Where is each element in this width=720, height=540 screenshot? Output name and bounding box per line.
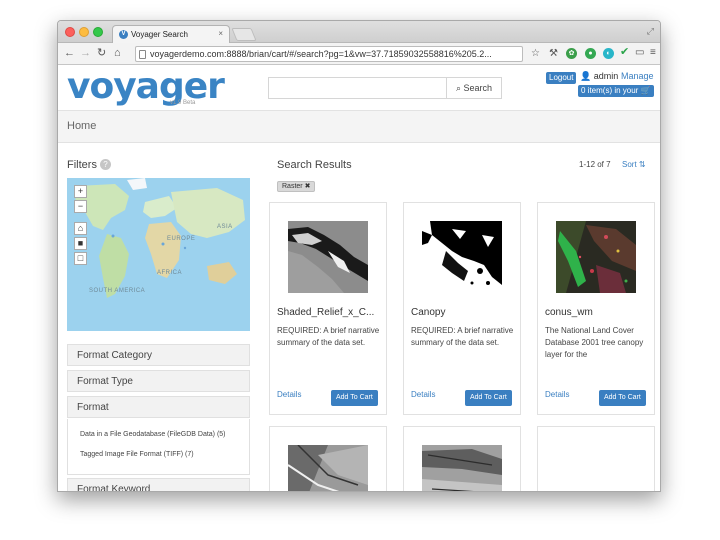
filter-format-type[interactable]: Format Type xyxy=(67,370,250,392)
search-button-label: Search xyxy=(463,83,493,93)
cart-button[interactable]: 0 item(s) in your 🛒 xyxy=(578,85,654,97)
fullscreen-icon[interactable]: ⤢ xyxy=(647,26,654,37)
result-card[interactable]: Shaded_Relief_x_C... REQUIRED: A brief n… xyxy=(269,202,387,415)
tab-title: Voyager Search xyxy=(131,30,188,39)
card-thumbnail[interactable] xyxy=(422,445,502,492)
user-menu[interactable]: 👤 admin xyxy=(580,71,618,82)
results-title: Search Results xyxy=(277,159,352,171)
browser-tab[interactable]: V Voyager Search × xyxy=(112,25,230,43)
extension-icon[interactable]: ✿ xyxy=(566,48,577,59)
results-count: 1-12 of 7 xyxy=(579,160,611,169)
filter-tag[interactable]: Raster ✖ xyxy=(277,181,316,192)
zoom-out-button[interactable]: − xyxy=(74,200,87,213)
card-description: The National Land Cover Database 2001 tr… xyxy=(545,326,644,359)
cart-label: 0 item(s) in your xyxy=(581,86,639,95)
remove-tag-icon[interactable]: ✖ xyxy=(305,183,311,190)
card-description: REQUIRED: A brief narrative summary of t… xyxy=(277,326,380,347)
voyager-favicon-icon: V xyxy=(119,30,128,39)
map-label-europe: EUROPE xyxy=(167,236,196,242)
minimize-window-button[interactable] xyxy=(79,27,89,37)
page-icon xyxy=(139,50,146,59)
logout-button[interactable]: Logout xyxy=(546,72,577,84)
map-label-south-america: SOUTH AMERICA xyxy=(89,288,146,294)
details-link[interactable]: Details xyxy=(411,390,435,399)
result-card[interactable] xyxy=(403,426,521,492)
sort-button[interactable]: Sort ⇅ xyxy=(622,160,646,169)
result-card-empty xyxy=(537,426,655,491)
voyager-logo[interactable]: voyager xyxy=(67,66,225,107)
sort-icon: ⇅ xyxy=(638,160,646,169)
result-card[interactable]: Canopy REQUIRED: A brief narrative summa… xyxy=(403,202,521,415)
card-title[interactable]: Shaded_Relief_x_C... xyxy=(277,307,381,318)
draw-box-icon[interactable]: ■ xyxy=(74,237,87,250)
user-name: admin xyxy=(593,71,619,81)
url-text: voyagerdemo.com:8888/brian/cart/#/search… xyxy=(150,49,492,59)
filter-tag-label: Raster xyxy=(282,183,303,190)
bookmark-star-icon[interactable]: ☆ xyxy=(531,47,540,60)
details-link[interactable]: Details xyxy=(277,390,301,399)
world-map-graphic xyxy=(75,178,245,298)
card-description: REQUIRED: A brief narrative summary of t… xyxy=(411,326,514,347)
close-tab-icon[interactable]: × xyxy=(218,29,223,38)
format-item-filegdb[interactable]: Data in a File Geodatabase (FileGDB Data… xyxy=(80,431,226,438)
cart-icon: 🛒 xyxy=(640,86,651,95)
cast-icon[interactable]: ▭ xyxy=(635,46,644,59)
result-card[interactable]: conus_wm The National Land Cover Databas… xyxy=(537,202,655,415)
select-box-icon[interactable]: □ xyxy=(74,252,87,265)
add-to-cart-button[interactable]: Add To Cart xyxy=(465,390,512,406)
card-thumbnail[interactable] xyxy=(288,221,368,293)
add-to-cart-button[interactable]: Add To Cart xyxy=(331,390,378,406)
logo-version: v1.9 Beta xyxy=(170,100,196,106)
new-tab-button[interactable] xyxy=(231,28,257,41)
help-icon[interactable]: ? xyxy=(99,159,111,170)
back-icon[interactable]: ← xyxy=(64,47,75,60)
filter-map[interactable]: + − ⌂ ■ □ EUROPE AFRICA SOUTH AMERICA AS… xyxy=(67,178,250,331)
card-thumbnail[interactable] xyxy=(422,221,502,293)
map-label-africa: AFRICA xyxy=(157,270,183,276)
user-icon: 👤 xyxy=(580,71,592,81)
format-filter-list: Data in a File Geodatabase (FileGDB Data… xyxy=(67,419,250,475)
card-title[interactable]: conus_wm xyxy=(545,307,649,318)
card-thumbnail[interactable] xyxy=(556,221,636,293)
breadcrumb-bar: Home xyxy=(58,110,660,143)
filters-title: Filters? xyxy=(67,159,111,171)
format-item-tiff[interactable]: Tagged Image File Format (TIFF) (7) xyxy=(80,451,194,458)
result-card[interactable] xyxy=(269,426,387,492)
android-extension-icon[interactable]: ● xyxy=(585,48,596,59)
tab-bar: V Voyager Search × ⤢ xyxy=(58,21,660,43)
home-icon[interactable]: ⌂ xyxy=(114,47,121,60)
reload-icon[interactable]: ↻ xyxy=(97,47,106,60)
filter-format[interactable]: Format xyxy=(67,396,250,418)
forward-icon[interactable]: → xyxy=(80,47,91,60)
sort-label: Sort xyxy=(622,160,637,169)
add-to-cart-button[interactable]: Add To Cart xyxy=(599,390,646,406)
breadcrumb[interactable]: Home xyxy=(67,120,96,132)
chat-extension-icon[interactable]: ◐ xyxy=(603,48,614,59)
filters-title-text: Filters xyxy=(67,159,97,171)
details-link[interactable]: Details xyxy=(545,390,569,399)
card-title[interactable]: Canopy xyxy=(411,307,515,318)
search-button[interactable]: ⌕ Search xyxy=(446,77,502,99)
wrench-icon[interactable]: ⚒ xyxy=(549,47,558,60)
close-window-button[interactable] xyxy=(65,27,75,37)
search-icon: ⌕ xyxy=(455,83,461,93)
browser-window: V Voyager Search × ⤢ ← → ↻ ⌂ voyagerdemo… xyxy=(57,20,661,492)
checkmark-icon[interactable]: ✔ xyxy=(620,46,629,59)
map-home-icon[interactable]: ⌂ xyxy=(74,222,87,235)
map-label-asia: ASIA xyxy=(217,224,233,230)
filter-format-category[interactable]: Format Category xyxy=(67,344,250,366)
web-page: voyager v1.9 Beta ⌕ Search Logout 👤 admi… xyxy=(58,66,660,492)
zoom-in-button[interactable]: + xyxy=(74,185,87,198)
card-thumbnail[interactable] xyxy=(288,445,368,492)
search-input[interactable] xyxy=(268,77,446,99)
menu-icon[interactable]: ≡ xyxy=(650,46,656,59)
browser-toolbar: ← → ↻ ⌂ voyagerdemo.com:8888/brian/cart/… xyxy=(58,43,660,65)
filter-format-keyword[interactable]: Format Keyword xyxy=(67,478,250,491)
address-bar[interactable]: voyagerdemo.com:8888/brian/cart/#/search… xyxy=(135,46,523,62)
zoom-window-button[interactable] xyxy=(93,27,103,37)
manage-link[interactable]: Manage xyxy=(621,71,654,81)
